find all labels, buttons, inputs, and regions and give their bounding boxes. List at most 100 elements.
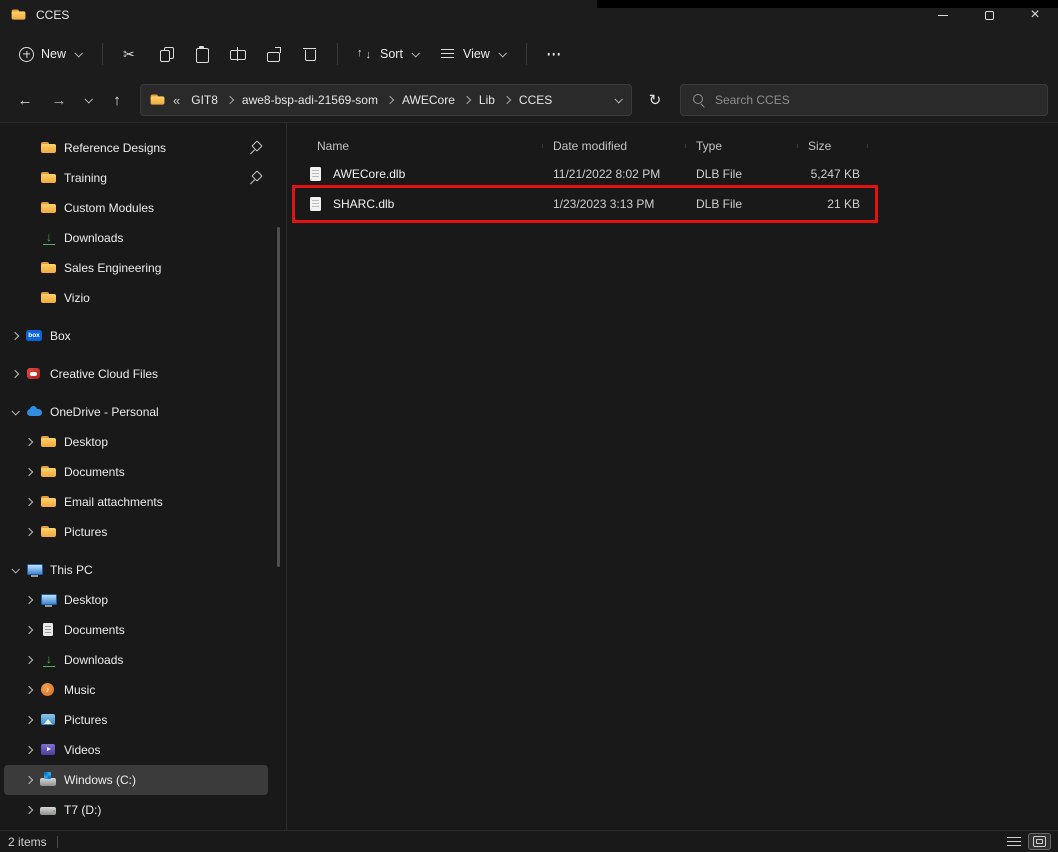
- expand-chevron-icon[interactable]: [24, 715, 34, 725]
- sidebar-item[interactable]: Music: [4, 675, 268, 705]
- details-view-icon: [1007, 836, 1021, 847]
- breadcrumb-item[interactable]: AWECore: [397, 90, 460, 110]
- details-view-button[interactable]: [1003, 834, 1025, 849]
- breadcrumb-segment: GIT8: [186, 90, 237, 110]
- sidebar-item[interactable]: Vizio: [4, 283, 268, 313]
- sidebar-item[interactable]: Documents: [4, 457, 268, 487]
- view-button[interactable]: View: [431, 39, 516, 69]
- sidebar-item[interactable]: Downloads: [4, 645, 268, 675]
- sidebar-item[interactable]: Downloads: [4, 223, 268, 253]
- copy-button[interactable]: [149, 39, 183, 69]
- cut-button[interactable]: [113, 39, 147, 69]
- expand-chevron-icon[interactable]: [24, 437, 34, 447]
- sidebar-item[interactable]: Documents: [4, 615, 268, 645]
- sidebar-item[interactable]: Desktop: [4, 585, 268, 615]
- expand-chevron-icon[interactable]: [10, 565, 20, 575]
- sidebar-item[interactable]: Reference Designs: [4, 133, 268, 163]
- expand-chevron-icon[interactable]: [24, 625, 34, 635]
- breadcrumb-item[interactable]: CCES: [514, 90, 557, 110]
- back-button[interactable]: [10, 85, 40, 115]
- refresh-button[interactable]: [640, 85, 670, 115]
- refresh-icon: [649, 93, 662, 108]
- sidebar-item[interactable]: Pictures: [4, 705, 268, 735]
- rename-button[interactable]: [221, 39, 255, 69]
- breadcrumb-item[interactable]: Lib: [474, 90, 500, 110]
- sidebar-item[interactable]: This PC: [4, 555, 268, 585]
- forward-button[interactable]: [44, 85, 74, 115]
- sidebar-item[interactable]: Email attachments: [4, 487, 268, 517]
- column-header-type[interactable]: Type: [686, 139, 798, 153]
- sidebar-item-icon: [40, 592, 58, 608]
- column-header-date-modified[interactable]: Date modified: [543, 139, 686, 153]
- expand-chevron-icon[interactable]: [24, 497, 34, 507]
- breadcrumb-separator-icon[interactable]: [460, 95, 474, 105]
- view-toggles: [1003, 834, 1050, 849]
- expand-chevron-icon[interactable]: [24, 595, 34, 605]
- sidebar-item[interactable]: Videos: [4, 735, 268, 765]
- breadcrumb-separator-icon[interactable]: [500, 95, 514, 105]
- sidebar-item[interactable]: Box: [4, 321, 268, 351]
- search-box[interactable]: [680, 84, 1048, 116]
- column-header-name[interactable]: Name: [295, 139, 543, 153]
- expand-chevron-icon[interactable]: [24, 745, 34, 755]
- breadcrumb-overflow-icon[interactable]: [173, 93, 180, 108]
- sidebar-item-icon: [40, 200, 58, 216]
- breadcrumb-item[interactable]: GIT8: [186, 90, 223, 110]
- expand-chevron-icon[interactable]: [24, 805, 34, 815]
- sidebar-item[interactable]: Windows (C:): [4, 765, 268, 795]
- sidebar-item[interactable]: Creative Cloud Files: [4, 359, 268, 389]
- more-button[interactable]: [537, 39, 571, 69]
- sort-icon: [357, 46, 373, 62]
- sidebar-item[interactable]: T7 (D:): [4, 795, 268, 825]
- expand-chevron-icon[interactable]: [24, 685, 34, 695]
- expand-chevron-icon[interactable]: [10, 331, 20, 341]
- sidebar-item[interactable]: OneDrive - Personal: [4, 397, 268, 427]
- file-list-pane: Name Date modified Type Size AWECore.dlb…: [287, 123, 1058, 830]
- sidebar-item[interactable]: Pictures: [4, 517, 268, 547]
- address-dropdown-icon[interactable]: [613, 95, 623, 105]
- expand-chevron-icon[interactable]: [24, 467, 34, 477]
- sidebar-item[interactable]: Desktop: [4, 427, 268, 457]
- sort-button[interactable]: Sort: [348, 39, 429, 69]
- sidebar-scrollbar[interactable]: [277, 227, 280, 567]
- file-icon: [307, 166, 325, 182]
- up-icon: [113, 93, 121, 108]
- up-button[interactable]: [102, 85, 132, 115]
- column-name-label: Name: [317, 139, 349, 153]
- minimize-icon: [938, 15, 948, 16]
- delete-button[interactable]: [293, 39, 327, 69]
- large-icons-view-button[interactable]: [1029, 834, 1050, 849]
- sidebar-item-label: Email attachments: [64, 495, 163, 509]
- address-row: GIT8 awe8-bsp-adi-21569-som AWECore Lib: [0, 78, 1058, 122]
- column-header-size[interactable]: Size: [798, 139, 868, 153]
- expand-chevron-icon[interactable]: [24, 655, 34, 665]
- sidebar-item[interactable]: Sales Engineering: [4, 253, 268, 283]
- sidebar-item[interactable]: Training: [4, 163, 268, 193]
- file-row[interactable]: AWECore.dlb 11/21/2022 8:02 PM DLB File …: [295, 159, 873, 189]
- expand-chevron-icon[interactable]: [24, 775, 34, 785]
- share-button[interactable]: [257, 39, 291, 69]
- address-bar[interactable]: GIT8 awe8-bsp-adi-21569-som AWECore Lib: [140, 84, 632, 116]
- new-plus-icon: [19, 47, 34, 62]
- forward-icon: [52, 93, 67, 108]
- breadcrumb-separator-icon[interactable]: [223, 95, 237, 105]
- file-row[interactable]: SHARC.dlb 1/23/2023 3:13 PM DLB File 21 …: [295, 189, 873, 219]
- expand-chevron-icon[interactable]: [24, 527, 34, 537]
- chevron-down-icon: [83, 95, 93, 105]
- breadcrumb-separator-icon[interactable]: [383, 95, 397, 105]
- recent-locations-button[interactable]: [78, 85, 98, 115]
- breadcrumb-item[interactable]: awe8-bsp-adi-21569-som: [237, 90, 383, 110]
- share-icon: [266, 46, 282, 62]
- sidebar-item-icon: [26, 562, 44, 578]
- sidebar-item[interactable]: Custom Modules: [4, 193, 268, 223]
- new-button[interactable]: New: [10, 40, 92, 69]
- file-date-modified: 1/23/2023 3:13 PM: [543, 197, 686, 211]
- sidebar-item-icon: [40, 622, 58, 638]
- paste-button[interactable]: [185, 39, 219, 69]
- expand-chevron-icon[interactable]: [10, 369, 20, 379]
- sidebar-item-icon: [40, 682, 58, 698]
- file-name-cell: SHARC.dlb: [295, 196, 543, 212]
- sidebar-item-icon: [40, 712, 58, 728]
- expand-chevron-icon[interactable]: [10, 407, 20, 417]
- search-input[interactable]: [715, 93, 1036, 107]
